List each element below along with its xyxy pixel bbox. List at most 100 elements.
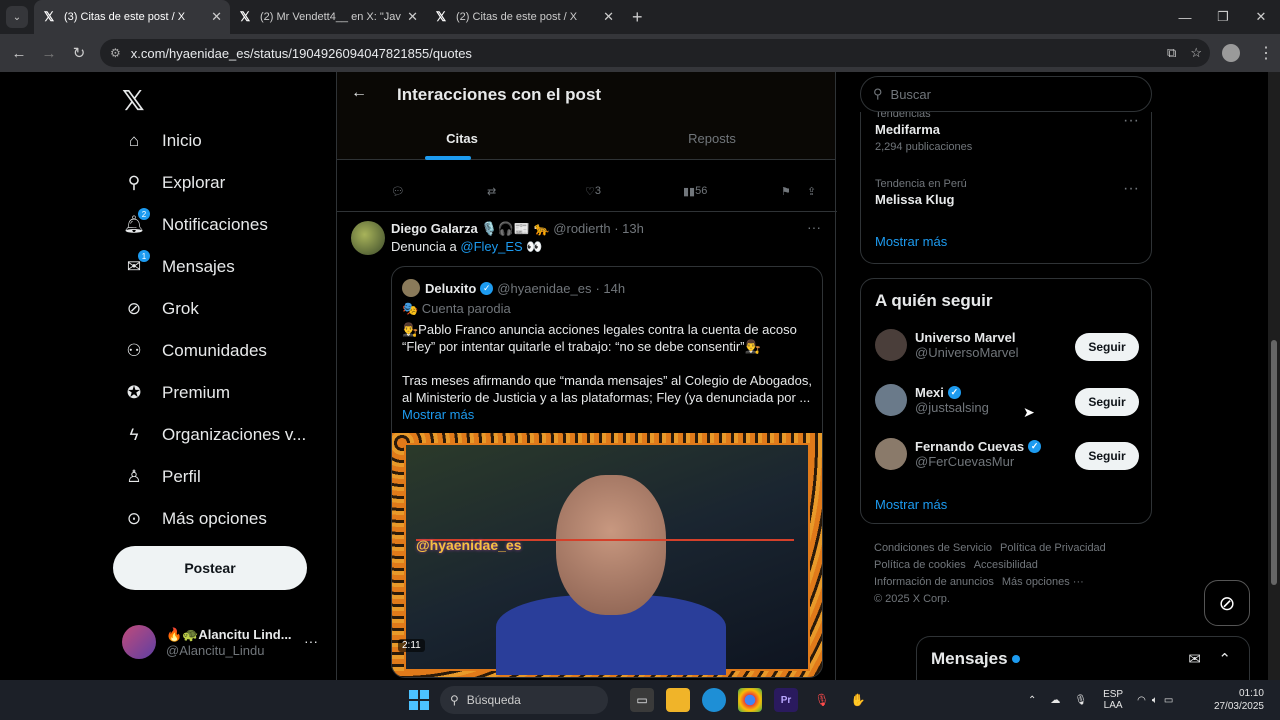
tab-citas[interactable]: Citas — [337, 120, 587, 160]
trend-item[interactable]: Tendencia en Perú Melissa Klug — [875, 178, 967, 207]
author-handle[interactable]: @rodierth — [553, 221, 610, 236]
nav-item-perfil[interactable]: ♙ Perfil — [122, 465, 200, 489]
install-app-icon[interactable]: ⧉ — [1167, 45, 1176, 61]
follow-suggestion[interactable]: Fernando Cuevas ✓ @FerCuevasMur Seguir — [875, 438, 1139, 470]
nav-item-inicio[interactable]: ⌂ Inicio — [122, 129, 202, 153]
nav-item-mas-opciones[interactable]: ⊙ Más opciones — [122, 507, 267, 531]
post-time[interactable]: · 13h — [614, 221, 644, 236]
avatar[interactable] — [351, 221, 385, 255]
account-switcher[interactable]: 🔥🐢Alancitu Lind... @Alancitu_Lindu ··· — [122, 625, 318, 659]
bookmark-star-icon[interactable]: ☆ — [1190, 45, 1202, 61]
show-more-link[interactable]: Mostrar más — [875, 497, 947, 512]
scrollbar-thumb[interactable] — [1271, 340, 1277, 585]
expand-icon[interactable]: ⌃ — [1218, 650, 1231, 668]
chrome-icon[interactable] — [738, 688, 762, 712]
show-more-link[interactable]: Mostrar más — [875, 234, 947, 249]
maximize-icon[interactable]: ❐ — [1204, 0, 1242, 34]
mention-link[interactable]: @Fley_ES — [460, 239, 522, 254]
nav-item-grok[interactable]: ⊘ Grok — [122, 297, 199, 321]
follow-button[interactable]: Seguir — [1075, 388, 1139, 416]
profile-avatar-icon[interactable] — [1222, 44, 1240, 62]
minimize-icon[interactable]: — — [1166, 0, 1204, 34]
edge-icon[interactable] — [702, 688, 726, 712]
search-input[interactable]: ⚲ Buscar — [860, 76, 1152, 112]
mouse-cursor-icon: ➤ — [1023, 404, 1035, 420]
footer-link[interactable]: Política de cookies — [874, 559, 966, 571]
views-button[interactable]: ▮▮ 56 — [683, 185, 707, 198]
share-icon[interactable]: ⇪ — [807, 185, 816, 198]
battery-icon[interactable]: ▭ — [1164, 695, 1173, 706]
tab-reposts[interactable]: Reposts — [587, 120, 837, 160]
footer-link[interactable]: Política de Privacidad — [1000, 542, 1106, 554]
site-info-icon[interactable]: ⚙ — [110, 46, 121, 60]
wifi-icon[interactable]: ◠ — [1137, 695, 1146, 706]
follow-suggestion[interactable]: Universo Marvel @UniversoMarvel Seguir — [875, 329, 1139, 361]
task-view-icon[interactable]: ▭ — [630, 688, 654, 712]
clock[interactable]: 01:10 27/03/2025 — [1210, 687, 1264, 713]
address-bar[interactable]: ⚙ x.com/hyaenidae_es/status/190492609404… — [100, 39, 1210, 67]
taskbar-search[interactable]: ⚲ Búsqueda — [440, 686, 608, 714]
who-to-follow-heading: A quién seguir — [875, 291, 993, 310]
nav-item-premium[interactable]: ✪ Premium — [122, 381, 230, 405]
file-explorer-icon[interactable] — [666, 688, 690, 712]
microphone-icon[interactable]: 🎙︎ — [810, 688, 834, 712]
back-icon[interactable]: ← — [4, 45, 34, 62]
messages-drawer[interactable]: Mensajes ✉ ⌃ — [916, 636, 1250, 680]
follow-suggestion[interactable]: Mexi ✓ @justsalsing Seguir — [875, 384, 1139, 416]
nav-item-explorar[interactable]: ⚲ Explorar — [122, 171, 226, 195]
quoted-post[interactable]: Deluxito ✓ @hyaenidae_es · 14h 🎭 Cuenta … — [391, 266, 823, 678]
bookmark-icon[interactable]: ⚑ — [781, 185, 791, 198]
author-name[interactable]: Diego Galarza 🎙️🎧📰 🐆 — [391, 221, 550, 236]
show-more-link[interactable]: Mostrar más — [402, 406, 814, 423]
scrollbar[interactable] — [1268, 72, 1280, 680]
browser-tab-1[interactable]: 𝕏 (3) Citas de este post / X ✕ — [34, 0, 230, 34]
nav-item-mensajes[interactable]: ✉ 1 Mensajes — [122, 250, 235, 279]
close-tab-icon[interactable]: ✕ — [603, 9, 614, 25]
network-off-icon[interactable]: ☁ — [1050, 695, 1060, 706]
chrome-menu-icon[interactable]: ⋮ — [1258, 43, 1274, 63]
volume-icon[interactable]: 🔈︎ — [1152, 695, 1158, 706]
microphone-icon[interactable]: 🎙︎ — [1074, 695, 1087, 706]
more-icon[interactable]: ··· — [1123, 112, 1139, 130]
footer-link[interactable]: Más opciones ··· — [1002, 576, 1084, 588]
follow-button[interactable]: Seguir — [1075, 333, 1139, 361]
close-window-icon[interactable]: ✕ — [1242, 0, 1280, 34]
nav-item-comunidades[interactable]: ⚇ Comunidades — [122, 339, 267, 363]
new-tab-icon[interactable]: + — [632, 7, 643, 28]
close-tab-icon[interactable]: ✕ — [211, 9, 222, 25]
post-text: Denuncia a @Fley_ES 👀 — [391, 239, 543, 254]
premiere-icon[interactable]: Pr — [774, 688, 798, 712]
app-icon[interactable]: ✋ — [846, 688, 870, 712]
quoted-handle: @hyaenidae_es — [497, 280, 592, 296]
chevron-up-icon[interactable]: ⌃ — [1028, 695, 1036, 706]
x-logo-icon[interactable]: 𝕏 — [122, 84, 145, 117]
post-button[interactable]: Postear — [113, 546, 307, 590]
footer-link[interactable]: Accesibilidad — [974, 559, 1038, 571]
tab-title: (2) Citas de este post / X — [456, 11, 578, 23]
tab-search-button[interactable]: ⌄ — [6, 6, 28, 28]
footer-link[interactable]: Información de anuncios — [874, 576, 994, 588]
close-tab-icon[interactable]: ✕ — [407, 9, 418, 25]
grok-icon[interactable]: ⊘ — [1204, 580, 1250, 626]
forward-icon[interactable]: → — [34, 45, 64, 62]
footer-links: Condiciones de Servicio Política de Priva… — [874, 540, 1144, 608]
follow-button[interactable]: Seguir — [1075, 442, 1139, 470]
more-icon[interactable]: ··· — [1123, 180, 1139, 198]
like-button[interactable]: ♡ 3 — [585, 185, 601, 198]
windows-start-icon[interactable] — [409, 690, 429, 710]
reply-icon[interactable]: 💬︎ — [391, 185, 405, 198]
footer-link[interactable]: Condiciones de Servicio — [874, 542, 992, 554]
nav-item-notificaciones[interactable]: 🔔︎ 2 Notificaciones — [122, 208, 268, 237]
reload-icon[interactable]: ↻ — [64, 44, 94, 62]
account-handle: @Alancitu_Lindu — [166, 642, 265, 658]
repost-icon[interactable]: ⇄ — [487, 185, 496, 198]
browser-tab-3[interactable]: 𝕏 (2) Citas de este post / X ✕ — [426, 0, 622, 34]
back-arrow-icon[interactable]: ← — [351, 84, 367, 102]
language-indicator[interactable]: ESP LAA — [1103, 689, 1123, 711]
nav-item-organizaciones[interactable]: ϟ Organizaciones v... — [122, 423, 307, 447]
video-player[interactable]: @hyaenidae_es 2:11 — [392, 433, 822, 677]
trend-item[interactable]: Tendencias Medifarma 2,294 publicaciones — [875, 112, 972, 153]
new-message-icon[interactable]: ✉ — [1188, 650, 1201, 668]
browser-tab-2[interactable]: 𝕏 (2) Mr Vendett4__ en X: "Javier ✕ — [230, 0, 426, 34]
more-icon[interactable]: ··· — [807, 219, 821, 235]
